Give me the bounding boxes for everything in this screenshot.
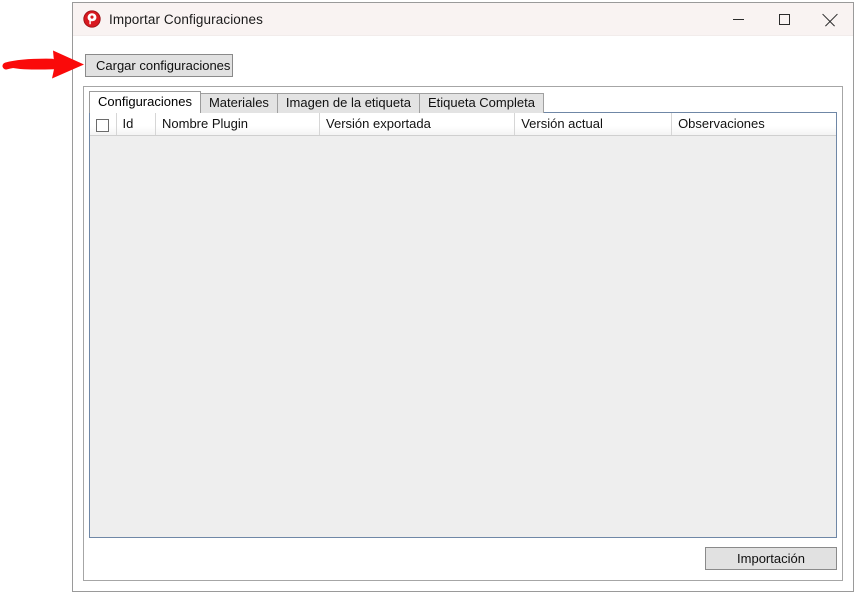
window-title: Importar Configuraciones (109, 11, 263, 27)
column-header-id[interactable]: Id (116, 113, 156, 136)
configurations-table: Id Nombre Plugin Versión exportada Versi… (90, 113, 836, 136)
toolbar: Cargar configuraciones (85, 54, 233, 77)
minimize-button[interactable] (715, 3, 761, 35)
column-header-exported-version[interactable]: Versión exportada (319, 113, 516, 136)
screen-root: Importar Configuraciones Cargar configur… (0, 0, 856, 596)
app-icon (83, 10, 101, 28)
select-all-checkbox[interactable] (96, 118, 110, 132)
close-icon (824, 13, 837, 26)
table-header: Id Nombre Plugin Versión exportada Versi… (90, 113, 836, 136)
maximize-icon (778, 13, 790, 25)
tab-imagen-de-la-etiqueta[interactable]: Imagen de la etiqueta (276, 93, 420, 113)
tab-materiales[interactable]: Materiales (199, 93, 278, 113)
column-header-plugin-name[interactable]: Nombre Plugin (155, 113, 321, 136)
tab-panel: Configuraciones Materiales Imagen de la … (83, 86, 843, 581)
column-header-current-version[interactable]: Versión actual (514, 113, 673, 136)
column-header-observations[interactable]: Observaciones (671, 113, 836, 136)
window-client-area: Cargar configuraciones Configuraciones M… (73, 36, 853, 591)
application-window: Importar Configuraciones Cargar configur… (72, 2, 854, 592)
maximize-button[interactable] (761, 3, 807, 35)
tab-etiqueta-completa[interactable]: Etiqueta Completa (418, 93, 544, 113)
tab-configuraciones[interactable]: Configuraciones (89, 91, 201, 113)
load-configurations-button[interactable]: Cargar configuraciones (85, 54, 233, 77)
table-header-row: Id Nombre Plugin Versión exportada Versi… (90, 113, 836, 136)
tab-strip: Configuraciones Materiales Imagen de la … (89, 91, 837, 113)
close-button[interactable] (807, 3, 853, 35)
import-button[interactable]: Importación (705, 546, 837, 570)
title-bar: Importar Configuraciones (73, 3, 853, 36)
tab-content-configuraciones: Id Nombre Plugin Versión exportada Versi… (89, 112, 837, 538)
minimize-icon (732, 18, 744, 20)
column-header-select-all[interactable] (90, 113, 117, 136)
panel-footer: Importación (89, 541, 837, 575)
caption-button-group (715, 3, 853, 35)
